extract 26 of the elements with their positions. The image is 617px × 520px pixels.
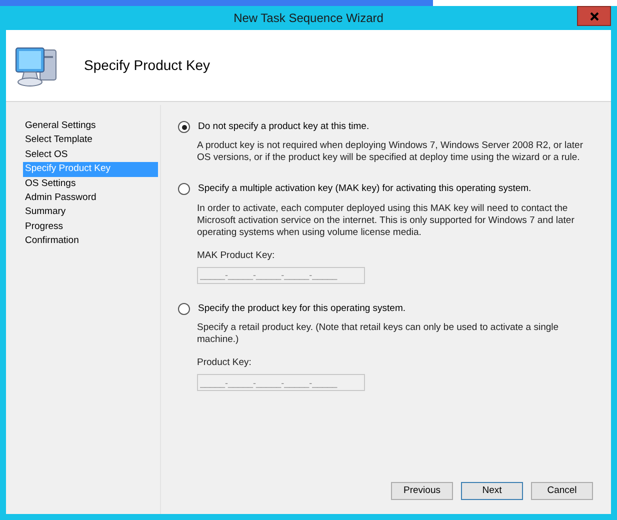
step-item[interactable]: Confirmation xyxy=(23,234,158,249)
radio-button[interactable] xyxy=(178,121,190,134)
option-label[interactable]: Specify the product key for this operating system. xyxy=(198,302,406,316)
field-label: MAK Product Key: xyxy=(197,248,276,262)
wizard-button[interactable]: Previous xyxy=(391,482,453,500)
step-item[interactable]: OS Settings xyxy=(23,176,158,192)
step-item[interactable]: General Settings xyxy=(23,119,158,134)
step-item[interactable]: Summary xyxy=(23,205,158,220)
close-button[interactable] xyxy=(577,6,611,26)
option-description: Specify a retail product key. (Note that retail keys can only be used to activate a single machine.) xyxy=(197,322,560,346)
field-label: Product Key: xyxy=(197,356,252,370)
radio-button[interactable] xyxy=(178,183,190,196)
step-item[interactable]: Admin Password xyxy=(23,191,158,206)
step-item[interactable]: Select OS xyxy=(23,148,158,162)
option-label[interactable]: Do not specify a product key at this time. xyxy=(198,120,370,134)
option-description: A product key is not required when deploying Windows 7, Windows Server 2008 R2, or later OS versions, or if the product key will be specified at deploy time using the wizard or a rule. xyxy=(197,140,584,164)
page-heading: Specify Product Key xyxy=(84,56,210,75)
step-item[interactable]: Progress xyxy=(23,220,158,234)
close-icon xyxy=(590,12,598,20)
step-item[interactable]: Select Template xyxy=(23,133,158,148)
wizard-button[interactable]: Next xyxy=(461,482,523,500)
option-description: In order to activate, each computer deployed using this MAK key will need to contact the Microsoft activation service on the internet. This is only supported for Windows 7 and later operating systems when using volume license media. xyxy=(197,202,576,238)
option-label[interactable]: Specify a multiple activation key (MAK key) for activating this operating system. xyxy=(198,182,532,196)
window-title: New Task Sequence Wizard xyxy=(234,10,384,27)
radio-button[interactable] xyxy=(178,302,190,315)
wizard-button[interactable]: Cancel xyxy=(531,482,593,500)
